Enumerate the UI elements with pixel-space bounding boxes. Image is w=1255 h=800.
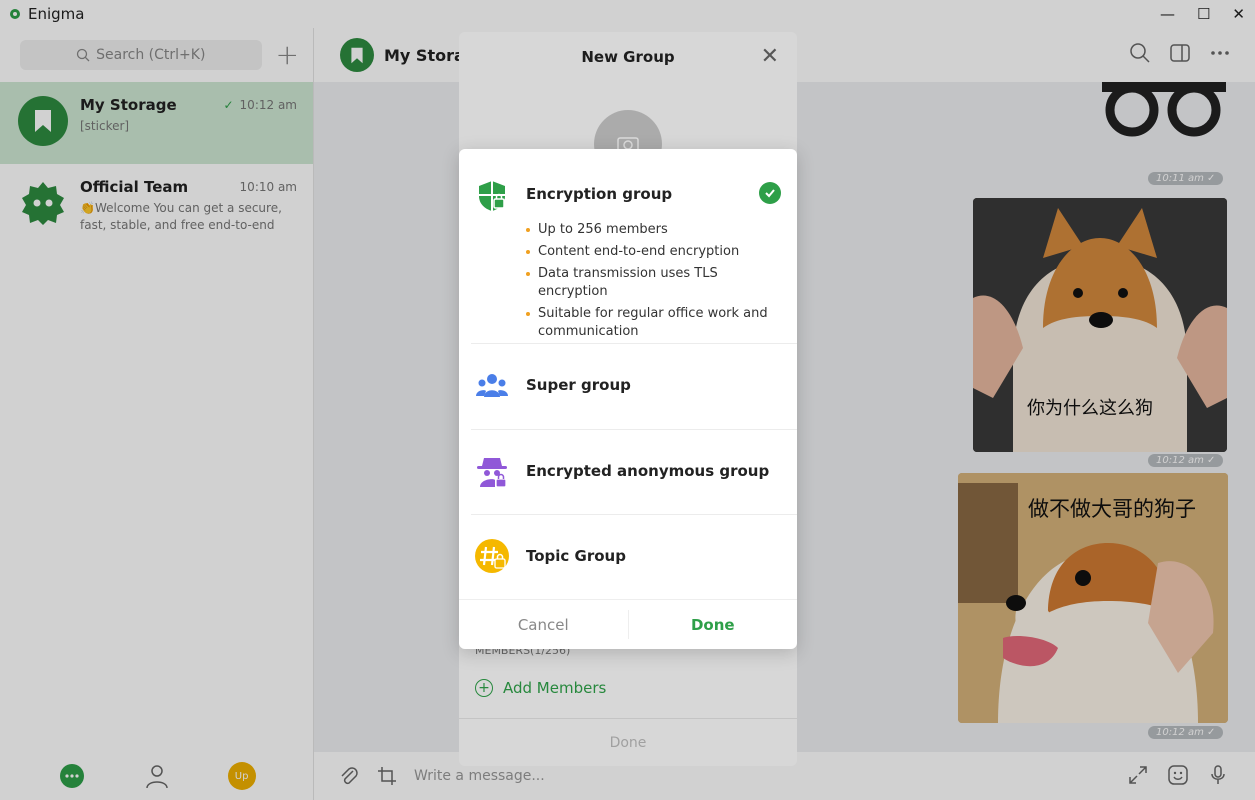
- people-icon: [476, 374, 508, 397]
- option-encryption-group[interactable]: Encryption group Up to 256 members Conte…: [459, 149, 797, 343]
- feature-item: Data transmission uses TLS encryption: [525, 265, 781, 301]
- feature-list: Up to 256 members Content end-to-end enc…: [525, 221, 781, 345]
- feature-item: Content end-to-end encryption: [525, 243, 781, 261]
- feature-item: Suitable for regular office work and com…: [525, 305, 781, 341]
- option-name: Encryption group: [526, 185, 673, 203]
- shield-lock-icon: [479, 181, 505, 211]
- option-topic-group[interactable]: Topic Group: [459, 515, 797, 599]
- hashtag-icon: [475, 539, 509, 573]
- option-name: Topic Group: [526, 547, 626, 565]
- dialog-footer: Cancel Done: [459, 599, 797, 649]
- check-icon: [759, 182, 781, 204]
- spy-icon: [477, 458, 507, 488]
- feature-item: Up to 256 members: [525, 221, 781, 239]
- option-super-group[interactable]: Super group: [459, 344, 797, 429]
- option-name: Encrypted anonymous group: [526, 462, 770, 480]
- done-button[interactable]: Done: [629, 600, 798, 649]
- group-type-dialog: Encryption group Up to 256 members Conte…: [459, 149, 797, 649]
- option-encrypted-anonymous-group[interactable]: Encrypted anonymous group: [459, 430, 797, 514]
- cancel-button[interactable]: Cancel: [459, 610, 629, 639]
- option-name: Super group: [526, 376, 631, 394]
